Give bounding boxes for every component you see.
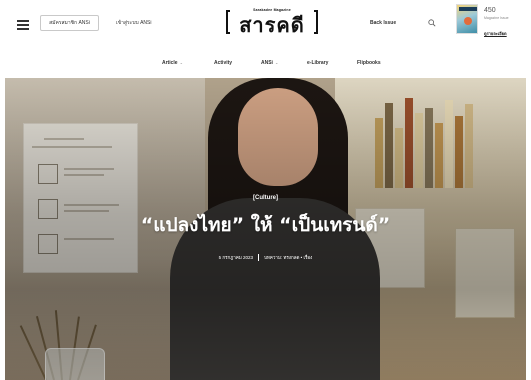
article-category[interactable]: [Culture] bbox=[5, 195, 526, 201]
logo-wordmark: สารคดี bbox=[239, 13, 305, 37]
menu-icon[interactable] bbox=[17, 20, 29, 30]
issue-number: 450 bbox=[484, 7, 496, 14]
login-link[interactable]: เข้าสู่ระบบ ANSi bbox=[116, 19, 152, 27]
back-issue-link[interactable]: Back Issue bbox=[370, 20, 396, 26]
issue-details-link[interactable]: ดูรายละเอียด bbox=[484, 30, 507, 37]
chevron-down-icon: ⌄ bbox=[179, 60, 183, 65]
nav-item-activity[interactable]: Activity bbox=[214, 60, 232, 66]
article-date: 5 กรกฎาคม 2023 bbox=[218, 255, 254, 260]
member-signup-button[interactable]: สมัครสมาชิก ANSi bbox=[40, 15, 99, 31]
site-header: สมัครสมาชิก ANSi เข้าสู่ระบบ ANSi Saraka… bbox=[0, 0, 531, 52]
magazine-cover-thumbnail[interactable] bbox=[456, 4, 478, 34]
main-nav: Article ⌄ Activity ANSi ⌄ e-Library Flipbo… bbox=[0, 52, 531, 74]
nav-item-e-library[interactable]: e-Library bbox=[307, 60, 328, 66]
hero-feature[interactable]: [Culture] “แปลงไทย” ให้ “เป็นเทรนด์” 5 ก… bbox=[5, 78, 526, 380]
article-author[interactable]: บทความ: ทรงกลด • เรื่อง bbox=[264, 255, 312, 260]
nav-item-ansi[interactable]: ANSi ⌄ bbox=[261, 60, 278, 66]
nav-item-flipbooks[interactable]: Flipbooks bbox=[357, 60, 381, 66]
issue-subtitle: Magazine Issue bbox=[484, 16, 509, 20]
article-title[interactable]: “แปลงไทย” ให้ “เป็นเทรนด์” bbox=[5, 210, 526, 240]
chevron-down-icon: ⌄ bbox=[274, 60, 279, 65]
site-logo[interactable]: Sarakadee Magazine สารคดี bbox=[222, 6, 322, 38]
nav-item-article[interactable]: Article ⌄ bbox=[162, 60, 183, 66]
meta-divider bbox=[258, 254, 260, 262]
article-meta: 5 กรกฎาคม 2023 บทความ: ทรงกลด • เรื่อง bbox=[5, 254, 526, 262]
search-icon[interactable] bbox=[428, 19, 436, 27]
